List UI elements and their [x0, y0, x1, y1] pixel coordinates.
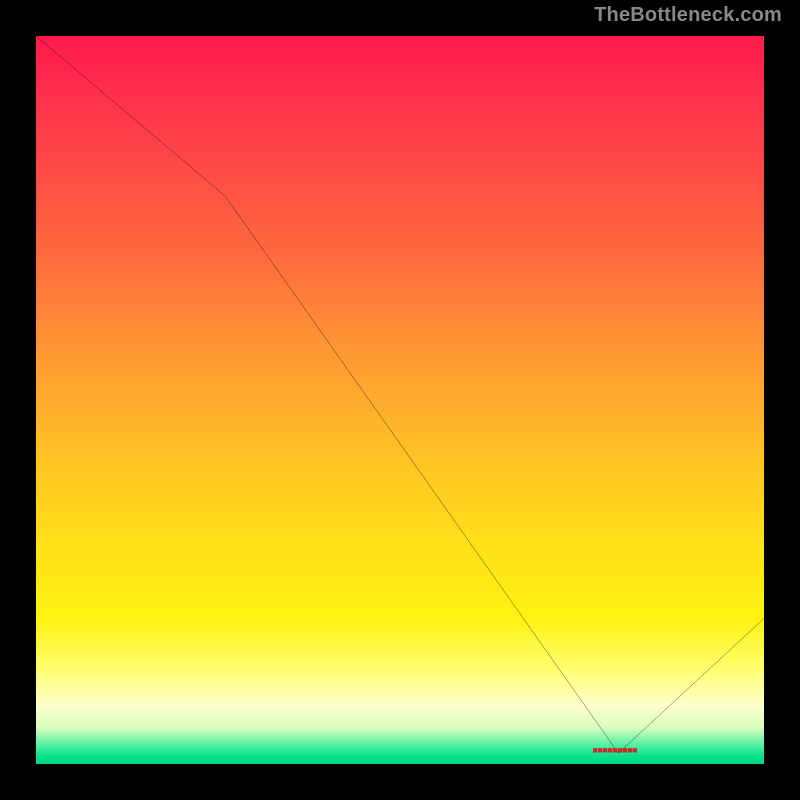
- watermark-label: TheBottleneck.com: [594, 4, 782, 27]
- curve-path: [36, 36, 764, 753]
- bottleneck-marker: ■■■■■■■■■: [593, 745, 637, 755]
- plot-area: ■■■■■■■■■: [36, 36, 764, 764]
- chart-frame: TheBottleneck.com ■■■■■■■■■: [0, 0, 800, 800]
- line-curve: [36, 36, 764, 764]
